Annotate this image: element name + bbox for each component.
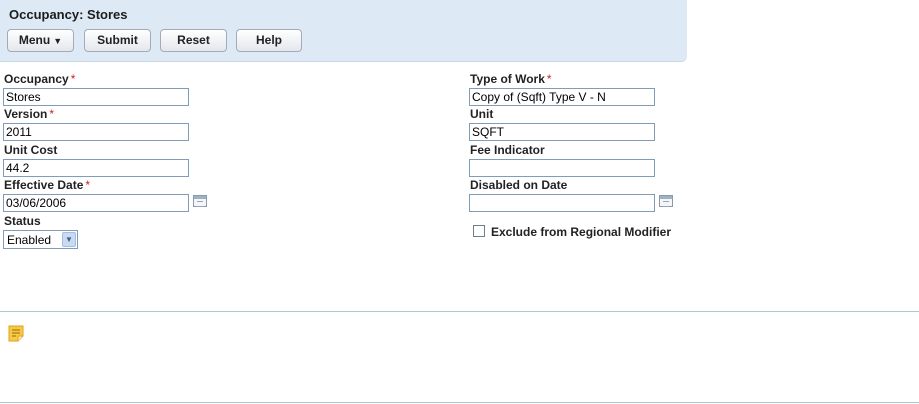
- status-select[interactable]: Enabled ▼: [3, 230, 78, 249]
- effective-date-label: Effective Date *: [4, 178, 91, 192]
- menu-button[interactable]: Menu ▼: [7, 29, 74, 52]
- unit-cost-label: Unit Cost: [4, 143, 58, 157]
- fee-indicator-label: Fee Indicator: [470, 143, 545, 157]
- help-button[interactable]: Help: [236, 29, 302, 52]
- occupancy-label: Occupancy *: [4, 72, 76, 86]
- effective-date-field[interactable]: [3, 194, 189, 212]
- required-mark: *: [49, 107, 55, 121]
- exclude-regional-checkbox[interactable]: [473, 225, 485, 237]
- type-of-work-field[interactable]: [469, 88, 655, 106]
- unit-field[interactable]: [469, 123, 655, 141]
- unit-cost-field[interactable]: [3, 159, 189, 177]
- page-header: Occupancy: Stores Menu ▼ Submit Reset Hel…: [0, 0, 687, 62]
- required-mark: *: [70, 72, 76, 86]
- page-title: Occupancy: Stores: [9, 7, 128, 22]
- disabled-on-date-label: Disabled on Date: [470, 178, 568, 192]
- type-of-work-label: Type of Work *: [470, 72, 552, 86]
- disabled-on-date-field[interactable]: [469, 194, 655, 212]
- menu-button-label: Menu: [18, 33, 51, 47]
- calendar-icon[interactable]: [193, 195, 207, 207]
- note-icon[interactable]: [8, 325, 24, 342]
- reset-button[interactable]: Reset: [160, 29, 227, 52]
- required-mark: *: [85, 178, 91, 192]
- divider: [0, 402, 919, 403]
- fee-indicator-field[interactable]: [469, 159, 655, 177]
- status-label: Status: [4, 214, 41, 228]
- calendar-icon[interactable]: [659, 195, 673, 207]
- unit-label: Unit: [470, 107, 494, 121]
- chevron-down-icon[interactable]: ▼: [62, 232, 76, 247]
- divider: [0, 311, 919, 312]
- submit-button[interactable]: Submit: [84, 29, 151, 52]
- exclude-regional-label: Exclude from Regional Modifier: [491, 225, 672, 239]
- chevron-down-icon: ▼: [53, 36, 63, 46]
- version-label: Version *: [4, 107, 55, 121]
- required-mark: *: [546, 72, 552, 86]
- occupancy-field[interactable]: [3, 88, 189, 106]
- status-select-value: Enabled: [7, 233, 52, 247]
- version-field[interactable]: [3, 123, 189, 141]
